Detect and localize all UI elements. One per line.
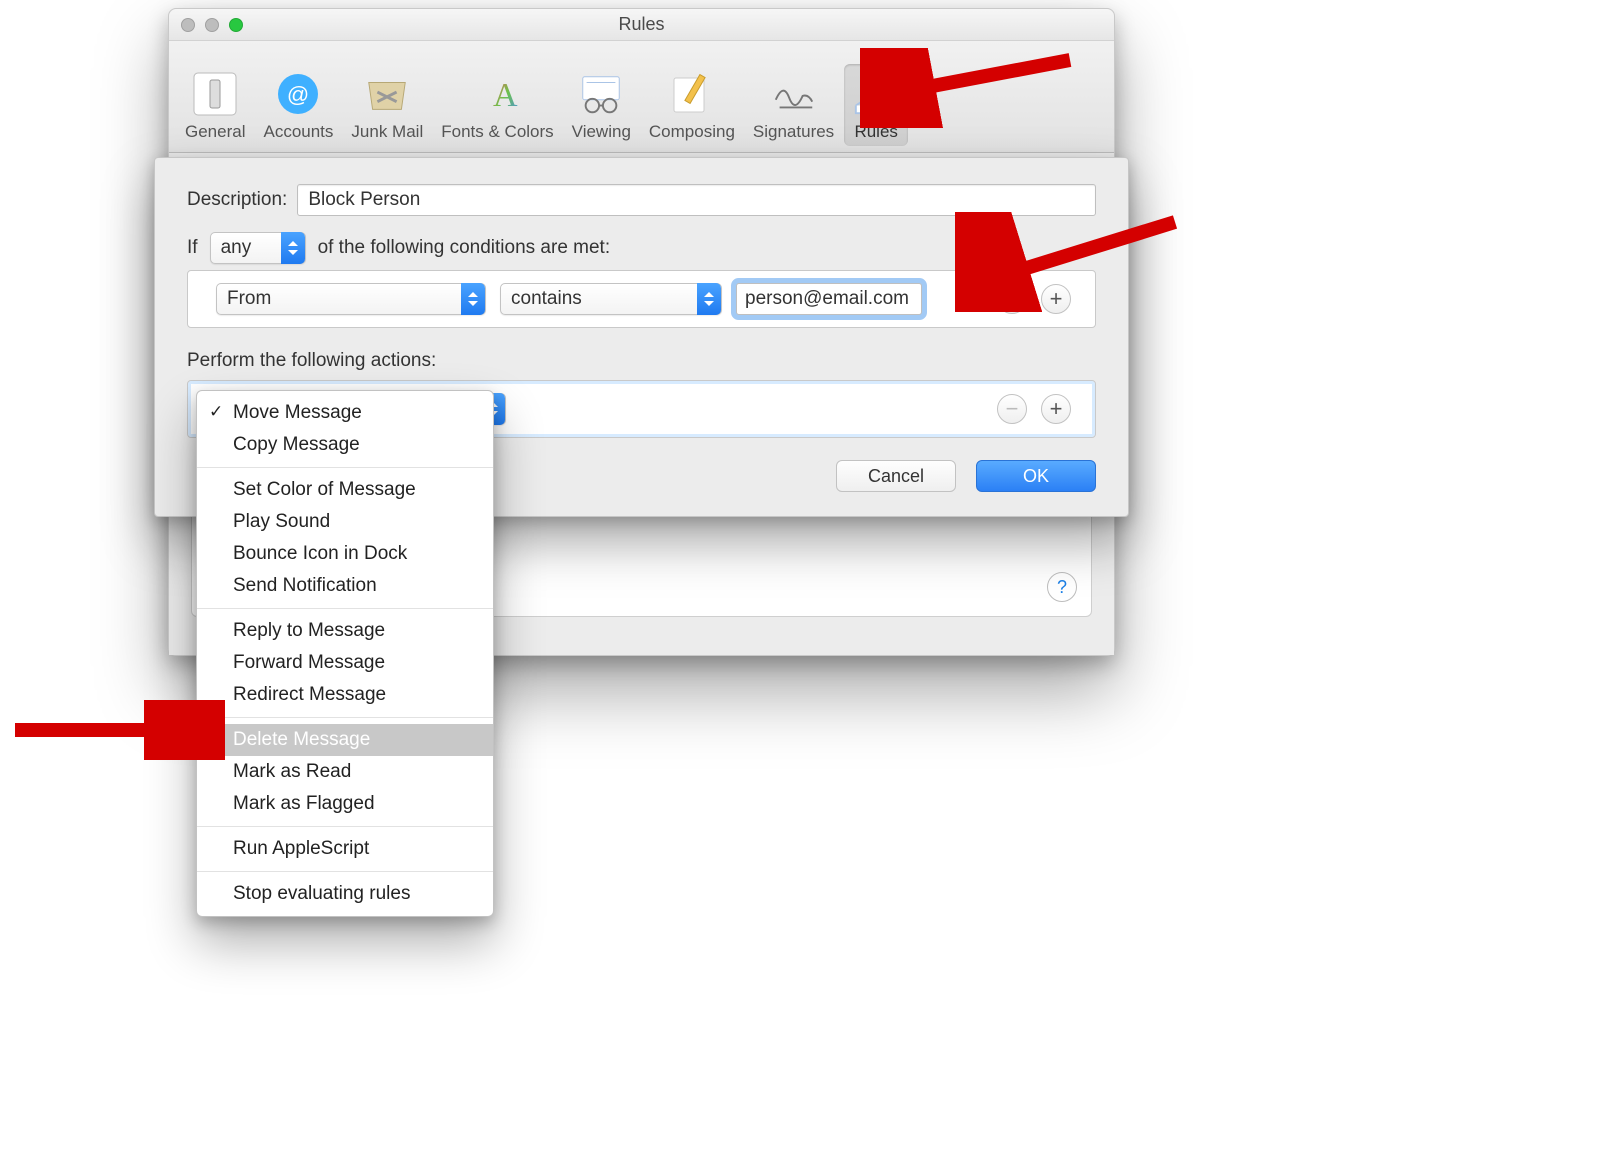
chevron-updown-icon [281,232,305,264]
condition-row: From contains − + [187,270,1096,328]
actions-header-label: Perform the following actions: [187,350,436,371]
description-label: Description: [187,189,287,211]
menu-item[interactable]: Mark as Flagged [197,788,493,820]
tab-junk-mail[interactable]: Junk Mail [343,64,431,146]
rules-icon [852,70,900,118]
condition-value-input[interactable] [736,283,922,315]
tab-label: Accounts [263,122,333,142]
tab-label: Viewing [572,122,631,142]
accounts-icon: @ [274,70,322,118]
fonts-colors-icon: A [473,70,521,118]
svg-text:A: A [493,77,518,114]
action-popup-menu[interactable]: Move MessageCopy Message Set Color of Mes… [196,390,494,917]
svg-text:@: @ [287,82,309,107]
ok-button[interactable]: OK [976,460,1096,492]
menu-item[interactable]: Send Notification [197,570,493,602]
tab-general[interactable]: General [177,64,253,146]
general-icon [191,70,239,118]
tab-label: Junk Mail [351,122,423,142]
menu-item[interactable]: Mark as Read [197,756,493,788]
viewing-icon [577,70,625,118]
menu-item[interactable]: Redirect Message [197,679,493,711]
description-input[interactable] [297,184,1096,216]
menu-item[interactable]: Set Color of Message [197,474,493,506]
condition-op-select[interactable]: contains [500,283,722,315]
add-action-button[interactable]: + [1041,394,1071,424]
match-scope-value: any [221,237,252,259]
menu-item[interactable]: Forward Message [197,647,493,679]
menu-item[interactable]: Play Sound [197,506,493,538]
titlebar: Rules [169,9,1114,41]
match-scope-select[interactable]: any [210,232,306,264]
tab-rules[interactable]: Rules [844,64,908,146]
menu-item[interactable]: Bounce Icon in Dock [197,538,493,570]
tab-accounts[interactable]: @ Accounts [255,64,341,146]
tab-viewing[interactable]: Viewing [564,64,639,146]
add-condition-button[interactable]: + [1041,284,1071,314]
menu-separator [197,608,493,609]
menu-item[interactable]: Delete Message [197,724,493,756]
chevron-updown-icon [697,283,721,315]
preferences-toolbar: General @ Accounts Junk Mail A Fonts & C… [169,41,1114,153]
menu-item[interactable]: Move Message [197,397,493,429]
annotation-arrow-icon [5,700,225,760]
tab-label: Signatures [753,122,834,142]
tab-fonts-colors[interactable]: A Fonts & Colors [433,64,561,146]
menu-separator [197,717,493,718]
tab-signatures[interactable]: Signatures [745,64,842,146]
menu-separator [197,467,493,468]
help-button[interactable]: ? [1047,572,1077,602]
menu-item[interactable]: Reply to Message [197,615,493,647]
remove-condition-button[interactable]: − [997,284,1027,314]
if-label: If [187,237,198,259]
menu-separator [197,871,493,872]
condition-field-value: From [227,288,271,310]
condition-op-value: contains [511,288,582,310]
window-title: Rules [169,14,1114,35]
tab-composing[interactable]: Composing [641,64,743,146]
remove-action-button[interactable]: − [997,394,1027,424]
condition-field-select[interactable]: From [216,283,486,315]
tab-label: Composing [649,122,735,142]
menu-item[interactable]: Run AppleScript [197,833,493,865]
menu-item[interactable]: Stop evaluating rules [197,878,493,910]
signatures-icon [770,70,818,118]
tab-label: Fonts & Colors [441,122,553,142]
composing-icon [668,70,716,118]
junk-mail-icon [363,70,411,118]
tab-label: General [185,122,245,142]
menu-separator [197,826,493,827]
menu-item[interactable]: Copy Message [197,429,493,461]
conditions-tail-label: of the following conditions are met: [318,237,611,259]
tab-label: Rules [854,122,897,142]
chevron-updown-icon [461,283,485,315]
cancel-button[interactable]: Cancel [836,460,956,492]
